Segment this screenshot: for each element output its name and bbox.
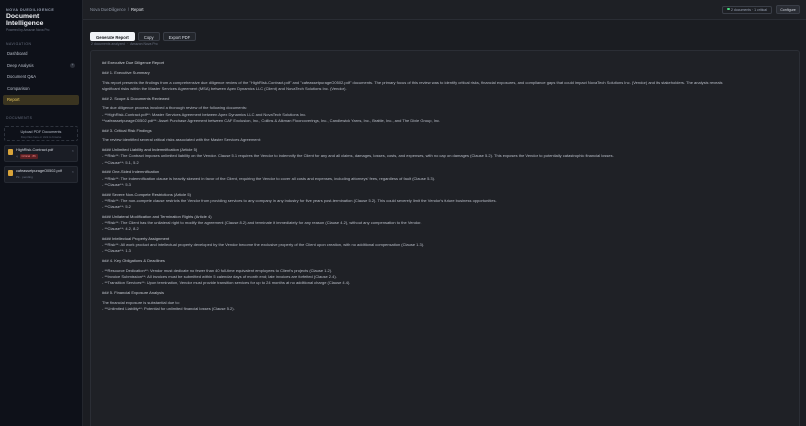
report-paragraph: This report presents the findings from a… xyxy=(102,79,723,85)
document-meta-text: 4 xyxy=(16,154,18,158)
pdf-file-icon xyxy=(8,148,13,155)
breadcrumb: Nova DueDiligence / Report xyxy=(90,7,144,12)
pdf-file-icon xyxy=(8,169,13,176)
sidebar-item-deep-analysis[interactable]: Deep Analysis + xyxy=(3,61,79,71)
status-text: 2 documents · 1 critical xyxy=(731,7,767,12)
status-badge: 2 documents · 1 critical xyxy=(722,5,772,14)
document-item[interactable]: cafeassetpurageO0502.pdf Pk · pending × xyxy=(4,165,78,183)
document-item[interactable]: HighRisk-Contract.pdf 4 Critical · 86 × xyxy=(4,144,78,162)
breadcrumb-current: Report xyxy=(131,7,144,12)
risk-badge: Critical · 86 xyxy=(19,153,38,159)
status-dot-icon xyxy=(727,7,730,10)
upload-title: Upload PDF Documents xyxy=(20,129,62,134)
sidebar-item-comparison[interactable]: Comparison xyxy=(3,84,79,94)
configure-button[interactable]: Configure xyxy=(776,5,800,14)
report-paragraph: - **Unlimited Liability**: Potential for… xyxy=(102,306,235,312)
export-pdf-button[interactable]: Export PDF xyxy=(162,32,197,41)
plus-icon: + xyxy=(70,63,75,68)
sidebar-item-label: Comparison xyxy=(7,85,30,91)
main-content: Generate Report Copy Export PDF 2 document… xyxy=(83,20,806,426)
sidebar-item-label: Dashboard xyxy=(7,51,28,56)
upload-dropzone[interactable]: Upload PDF Documents Drop files here or … xyxy=(4,125,78,141)
brand-eyebrow: NOVA DUEDILIGENCE xyxy=(6,8,55,12)
app-title: Document Intelligence xyxy=(6,13,44,27)
copy-button[interactable]: Copy xyxy=(137,32,160,41)
sidebar-item-label: Report xyxy=(7,97,20,102)
documents-analyzed: 2 documents analyzed xyxy=(91,42,125,46)
breadcrumb-root[interactable]: Nova DueDiligence xyxy=(90,7,126,12)
upload-subtitle: Drop files here or click to browse xyxy=(20,134,62,139)
report-body: ## Executive Due Diligence Report ### 1. … xyxy=(102,60,788,312)
meta-separator: · xyxy=(126,42,129,46)
top-bar: Nova DueDiligence / Report 2 documents · 1… xyxy=(83,0,806,20)
sidebar-item-label: Document Q&A xyxy=(7,74,37,79)
sidebar: NOVA DUEDILIGENCE Document Intelligence … xyxy=(0,0,83,426)
documents-section-label: DOCUMENTS xyxy=(6,115,33,120)
close-icon[interactable]: × xyxy=(72,169,74,174)
document-name: cafeassetpurageO0502.pdf xyxy=(16,168,62,173)
generate-report-button[interactable]: Generate Report xyxy=(90,32,135,41)
document-name: HighRisk-Contract.pdf xyxy=(16,147,54,152)
sidebar-item-label: Deep Analysis xyxy=(7,62,34,68)
model-name: Amazon Nova Pro xyxy=(130,42,158,46)
document-meta: 4 Critical · 86 xyxy=(16,153,74,159)
sidebar-item-document-qa[interactable]: Document Q&A xyxy=(3,72,79,82)
sidebar-item-dashboard[interactable]: Dashboard xyxy=(3,49,79,59)
breadcrumb-separator: / xyxy=(127,7,130,12)
close-icon[interactable]: × xyxy=(72,148,74,153)
document-meta: Pk · pending xyxy=(16,174,33,179)
nav-section-label: NAVIGATION xyxy=(6,42,32,46)
report-meta: 2 documents analyzed · Amazon Nova Pro xyxy=(91,42,158,46)
report-panel[interactable]: ## Executive Due Diligence Report ### 1. … xyxy=(90,50,800,426)
sidebar-nav: Dashboard Deep Analysis + Document Q&A Co… xyxy=(0,49,82,105)
brand: NOVA DUEDILIGENCE Document Intelligence … xyxy=(0,0,82,32)
sidebar-item-report[interactable]: Report xyxy=(3,95,79,105)
